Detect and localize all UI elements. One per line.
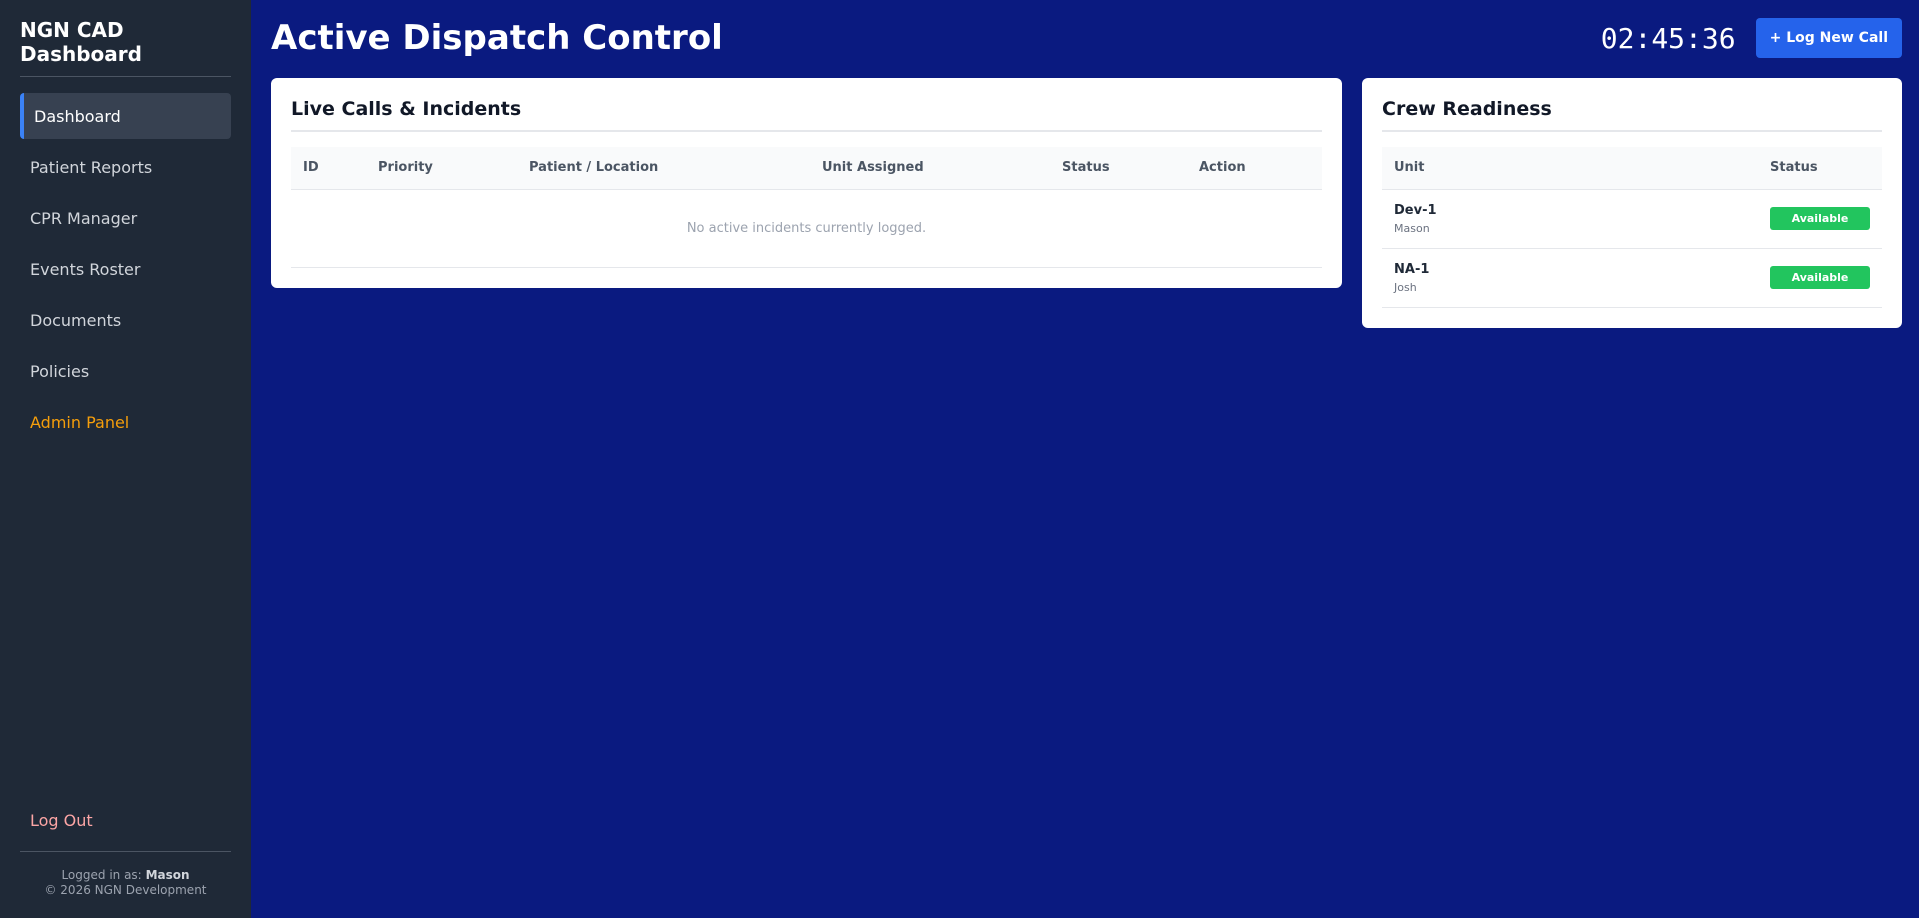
sidebar-item-dashboard[interactable]: Dashboard: [20, 93, 231, 139]
unit-name: Dev-1: [1394, 202, 1437, 218]
table-row: Dev-1 Mason Available: [1382, 189, 1882, 249]
crew-table: Unit Status Dev-1 Mason Available NA-1 J…: [1382, 147, 1882, 308]
status-cell: Available: [1758, 189, 1882, 249]
live-calls-card: Live Calls & Incidents ID Priority Patie…: [271, 78, 1342, 288]
table-row: NA-1 Josh Available: [1382, 248, 1882, 308]
unit-cell: NA-1 Josh: [1382, 248, 1758, 308]
crew-header-row: Unit Status: [1382, 147, 1882, 190]
sidebar-item-cpr-manager[interactable]: CPR Manager: [20, 195, 231, 241]
status-badge[interactable]: Available: [1770, 266, 1870, 289]
main-content: Active Dispatch Control 02:45:36 + Log N…: [251, 0, 1919, 918]
empty-incidents-message: No active incidents currently logged.: [291, 189, 1322, 268]
copyright-text: © 2026 NGN Development: [44, 883, 207, 897]
sidebar-nav: Dashboard Patient Reports CPR Manager Ev…: [20, 93, 231, 445]
log-new-call-button[interactable]: + Log New Call: [1755, 18, 1902, 58]
col-unit: Unit: [1382, 147, 1758, 190]
col-id: ID: [291, 147, 366, 190]
col-unit-assigned: Unit Assigned: [810, 147, 1050, 190]
clock-display: 02:45:36: [1600, 21, 1736, 55]
live-calls-header-row: ID Priority Patient / Location Unit Assi…: [291, 147, 1322, 190]
topbar: Active Dispatch Control 02:45:36 + Log N…: [271, 18, 1902, 58]
logged-in-user: Mason: [145, 868, 190, 882]
crew-readiness-title: Crew Readiness: [1382, 98, 1882, 132]
live-calls-title: Live Calls & Incidents: [291, 98, 1322, 132]
col-action: Action: [1187, 147, 1322, 190]
sidebar-item-admin-panel[interactable]: Admin Panel: [20, 399, 231, 445]
status-badge[interactable]: Available: [1770, 207, 1870, 230]
unit-name: NA-1: [1394, 261, 1430, 277]
sidebar-footer: Logged in as: Mason © 2026 NGN Developme…: [20, 851, 231, 898]
status-cell: Available: [1758, 248, 1882, 308]
sidebar-item-events-roster[interactable]: Events Roster: [20, 246, 231, 292]
col-priority: Priority: [366, 147, 517, 190]
panels: Live Calls & Incidents ID Priority Patie…: [271, 78, 1902, 328]
logout-link[interactable]: Log Out: [20, 797, 231, 843]
unit-member: Mason: [1394, 221, 1430, 235]
sidebar-item-patient-reports[interactable]: Patient Reports: [20, 144, 231, 190]
live-calls-table: ID Priority Patient / Location Unit Assi…: [291, 147, 1322, 268]
col-patient-location: Patient / Location: [517, 147, 810, 190]
col-crew-status: Status: [1758, 147, 1882, 190]
sidebar-item-policies[interactable]: Policies: [20, 348, 231, 394]
crew-readiness-card: Crew Readiness Unit Status Dev-1 Mason A…: [1362, 78, 1902, 328]
sidebar: NGN CAD Dashboard Dashboard Patient Repo…: [0, 0, 251, 918]
page-title: Active Dispatch Control: [271, 18, 723, 58]
empty-row: No active incidents currently logged.: [291, 189, 1322, 268]
brand-title: NGN CAD Dashboard: [20, 18, 231, 77]
logged-in-prefix: Logged in as:: [61, 868, 142, 882]
sidebar-item-documents[interactable]: Documents: [20, 297, 231, 343]
col-status: Status: [1050, 147, 1187, 190]
logged-in-line: Logged in as: Mason: [20, 868, 231, 883]
unit-member: Josh: [1394, 280, 1417, 294]
unit-cell: Dev-1 Mason: [1382, 189, 1758, 249]
